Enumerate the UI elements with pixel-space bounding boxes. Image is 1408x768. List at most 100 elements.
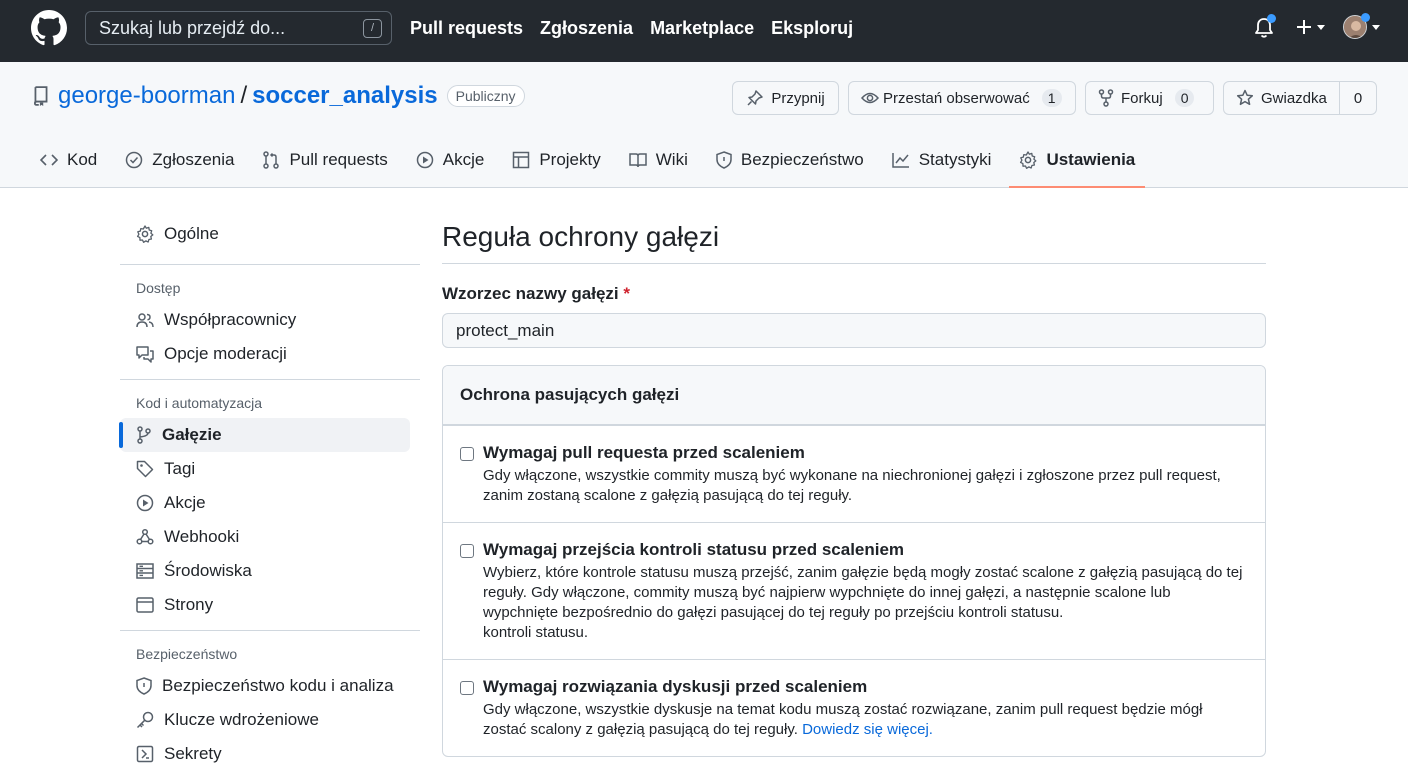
tab-label: Projekty	[539, 150, 601, 169]
sidebar-item-label: Klucze wdrożeniowe	[164, 710, 319, 729]
tag-icon	[136, 460, 154, 478]
unwatch-button[interactable]: Przestań obserwować 1	[848, 81, 1076, 115]
sidebar-item-actions[interactable]: Akcje	[120, 486, 420, 520]
nav-pull-requests[interactable]: Pull requests	[410, 18, 523, 39]
nav-marketplace[interactable]: Marketplace	[650, 18, 754, 39]
sidebar-item-pages[interactable]: Strony	[120, 588, 420, 622]
search-shortcut-key: /	[363, 19, 382, 38]
visibility-badge: Publiczny	[446, 85, 525, 107]
tab-label: Pull requests	[289, 150, 388, 169]
tab-label: Bezpieczeństwo	[740, 150, 864, 169]
sidebar-item-code-security[interactable]: Bezpieczeństwo kodu i analiza	[120, 669, 420, 703]
fork-button[interactable]: Forkuj 0	[1085, 81, 1214, 115]
browser-icon	[136, 597, 154, 613]
rule-require-status-checks: Wymagaj przejścia kontroli statusu przed…	[443, 522, 1265, 659]
sidebar-item-tags[interactable]: Tagi	[120, 452, 420, 486]
sidebar-item-label: Tagi	[164, 459, 196, 478]
sidebar-item-label: Opcje moderacji	[164, 344, 287, 363]
pull-request-icon	[263, 151, 280, 169]
star-button[interactable]: Gwiazdka 0	[1223, 81, 1377, 115]
server-icon	[136, 563, 154, 579]
nav-issues[interactable]: Zgłoszenia	[540, 18, 633, 39]
star-label: Gwiazdka	[1261, 89, 1327, 107]
repo-header: george-boorman / soccer_analysis Publicz…	[0, 62, 1408, 188]
sidebar-item-label: Akcje	[164, 493, 206, 512]
notification-dot	[1267, 14, 1276, 23]
sidebar-item-collaborators[interactable]: Współpracownicy	[120, 303, 420, 337]
issue-icon	[126, 151, 143, 169]
create-new-button[interactable]	[1296, 19, 1325, 35]
key-icon	[136, 711, 154, 729]
sidebar-item-label: Ogólne	[164, 224, 219, 243]
rule-description: Gdy włączone, wszystkie dyskusje na tema…	[483, 700, 1248, 740]
rule-description: Wybierz, które kontrole statusu muszą pr…	[483, 564, 1243, 621]
graph-icon	[891, 153, 909, 168]
fork-icon	[1098, 89, 1114, 107]
tab-settings[interactable]: Ustawienia	[1009, 142, 1146, 188]
tab-projects[interactable]: Projekty	[512, 142, 601, 178]
sidebar-item-label: Webhooki	[164, 527, 240, 546]
search-placeholder: Szukaj lub przejdź do...	[99, 17, 286, 38]
repo-name-link[interactable]: soccer_analysis	[252, 82, 437, 110]
chevron-down-icon	[1372, 24, 1380, 30]
github-logo-icon[interactable]	[31, 10, 67, 46]
nav-explore[interactable]: Eksploruj	[771, 18, 853, 39]
branch-pattern-input[interactable]: protect_main	[442, 313, 1266, 348]
sidebar-group-code: Kod i automatyzacja	[136, 395, 263, 411]
tab-label: Wiki	[655, 150, 688, 169]
require-conversation-resolution-checkbox[interactable]	[460, 681, 474, 695]
rule-title: Wymagaj przejścia kontroli statusu przed…	[483, 540, 905, 559]
require-status-checks-checkbox[interactable]	[460, 544, 474, 558]
sidebar-divider	[120, 264, 420, 265]
tab-issues[interactable]: Zgłoszenia	[125, 142, 234, 178]
user-menu-button[interactable]	[1343, 13, 1380, 39]
shield-icon	[716, 151, 732, 169]
play-icon	[416, 151, 433, 169]
sidebar-item-webhooks[interactable]: Webhooki	[120, 520, 420, 554]
sidebar-divider	[120, 379, 420, 380]
webhook-icon	[136, 528, 154, 545]
pin-button[interactable]: Przypnij	[732, 81, 839, 115]
sidebar-item-secrets[interactable]: Sekrety	[120, 737, 420, 768]
sidebar-divider	[120, 630, 420, 631]
chevron-down-icon	[1317, 24, 1325, 30]
sidebar-item-branches[interactable]: Gałęzie	[119, 418, 410, 452]
tab-actions[interactable]: Akcje	[416, 142, 484, 178]
tab-pull-requests[interactable]: Pull requests	[262, 142, 388, 178]
tab-label: Ustawienia	[1046, 150, 1136, 169]
rule-title: Wymagaj rozwiązania dyskusji przed scale…	[483, 677, 868, 696]
sidebar-item-general[interactable]: Ogólne	[120, 212, 420, 256]
require-pr-checkbox[interactable]	[460, 447, 474, 461]
sidebar-item-deploy-keys[interactable]: Klucze wdrożeniowe	[120, 703, 420, 737]
secret-icon	[136, 745, 154, 763]
tab-insights[interactable]: Statystyki	[891, 142, 991, 178]
rule-require-conversation-resolution: Wymagaj rozwiązania dyskusji przed scale…	[443, 659, 1265, 756]
learn-more-link[interactable]: Dowiedz się więcej.	[802, 721, 933, 738]
play-icon	[136, 494, 154, 512]
tab-wiki[interactable]: Wiki	[629, 142, 688, 178]
table-icon	[513, 151, 530, 169]
sidebar-item-environments[interactable]: Środowiska	[120, 554, 420, 588]
branch-pattern-label-text: Wzorzec nazwy gałęzi	[442, 284, 619, 303]
gear-icon	[1020, 151, 1037, 169]
tab-security[interactable]: Bezpieczeństwo	[716, 142, 864, 178]
people-icon	[136, 313, 154, 328]
repo-title: george-boorman / soccer_analysis Publicz…	[32, 82, 525, 110]
protection-rules-heading: Ochrona pasujących gałęzi	[443, 366, 1265, 425]
sidebar-item-moderation[interactable]: Opcje moderacji	[120, 337, 420, 371]
fork-label: Forkuj	[1121, 89, 1163, 107]
rule-description-extra: kontroli statusu.	[483, 624, 589, 641]
rule-title: Wymagaj pull requesta przed scaleniem	[483, 443, 805, 462]
repo-owner-link[interactable]: george-boorman	[58, 82, 235, 110]
watch-label: Przestań obserwować	[883, 89, 1030, 107]
code-icon	[40, 154, 58, 166]
tab-code[interactable]: Kod	[40, 142, 97, 178]
global-search-input[interactable]: Szukaj lub przejdź do... /	[85, 11, 392, 45]
eye-icon	[861, 92, 879, 104]
notifications-button[interactable]	[1254, 14, 1278, 40]
status-dot	[1361, 13, 1370, 22]
star-count: 0	[1338, 82, 1374, 114]
sidebar-item-label: Bezpieczeństwo kodu i analiza	[162, 676, 394, 695]
global-nav: Pull requests Zgłoszenia Marketplace Eks…	[410, 18, 853, 39]
watch-count: 1	[1041, 89, 1062, 107]
